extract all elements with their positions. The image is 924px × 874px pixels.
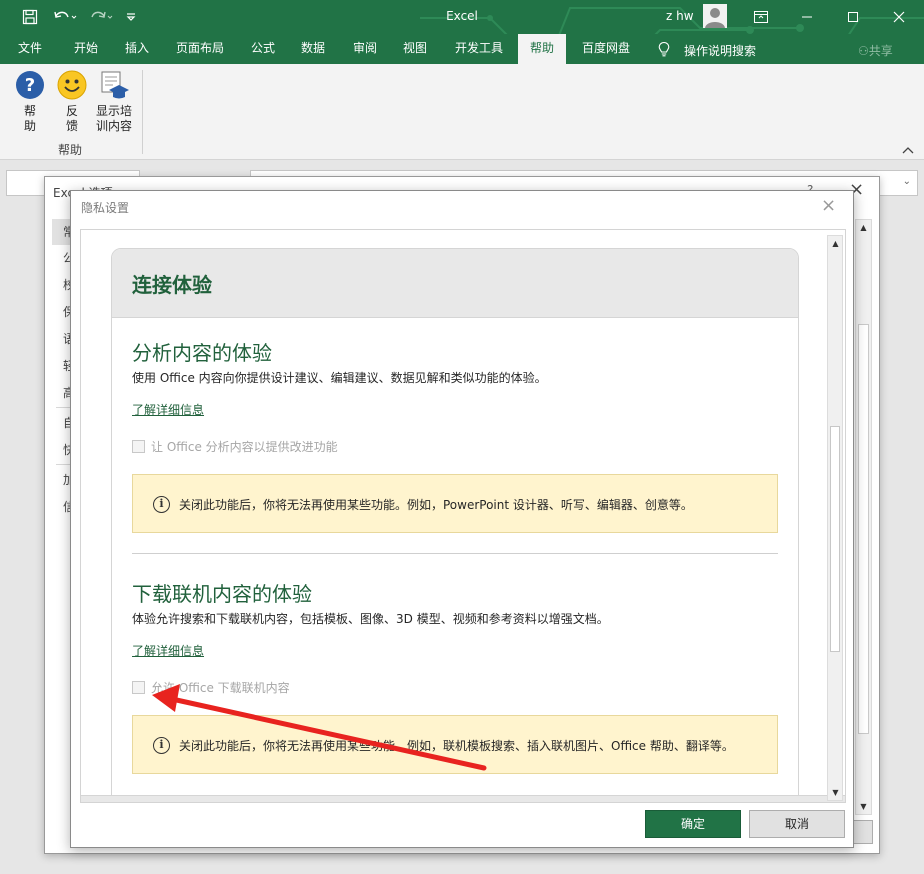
tab-formulas[interactable]: 公式: [240, 34, 286, 64]
tab-insert[interactable]: 插入: [114, 34, 160, 64]
share-button[interactable]: ⚇共享: [858, 42, 893, 59]
training-cap-icon: [101, 71, 129, 99]
tab-baidu-netdisk[interactable]: 百度网盘: [570, 34, 642, 64]
analyze-notice-text: 关闭此功能后，你将无法再使用某些功能。例如，PowerPoint 设计器、听写、…: [179, 498, 693, 512]
cancel-button[interactable]: 取消: [749, 810, 845, 838]
ribbon-group-divider: [142, 70, 143, 154]
lightbulb-icon: [658, 41, 670, 57]
privacy-close-icon[interactable]: ×: [821, 195, 836, 216]
download-checkbox-row[interactable]: 允许 Office 下载联机内容: [132, 679, 290, 696]
download-learn-more-link[interactable]: 了解详细信息: [132, 642, 204, 659]
analyze-checkbox-label: 让 Office 分析内容以提供改进功能: [151, 440, 338, 454]
tab-data[interactable]: 数据: [290, 34, 336, 64]
ribbon-display-options-icon[interactable]: [738, 0, 784, 34]
download-notice: i 关闭此功能后，你将无法再使用某些功能。例如，联机模板搜索、插入联机图片、Of…: [132, 715, 778, 774]
help-button[interactable]: ? 帮 助: [14, 70, 46, 134]
tab-file[interactable]: 文件: [8, 34, 52, 64]
scroll-thumb[interactable]: [830, 426, 840, 652]
share-label: 共享: [868, 44, 893, 58]
analyze-learn-more-link[interactable]: 了解详细信息: [132, 401, 204, 418]
download-checkbox-label: 允许 Office 下载联机内容: [151, 681, 290, 695]
tab-home[interactable]: 开始: [62, 34, 110, 64]
info-icon: i: [153, 737, 170, 754]
help-question-icon: ?: [16, 71, 44, 99]
card-header: 连接体验: [112, 249, 798, 318]
person-icon: ⚇: [858, 44, 869, 58]
scroll-up-arrow-icon[interactable]: ▲: [856, 220, 871, 235]
tell-me-search[interactable]: 操作说明搜索: [684, 42, 756, 59]
close-window-icon[interactable]: [876, 0, 922, 34]
card-title: 连接体验: [132, 273, 212, 297]
download-section-desc: 体验允许搜索和下载联机内容，包括模板、图像、3D 模型、视频和参考资料以增强文档…: [132, 612, 609, 626]
analyze-checkbox-row[interactable]: 让 Office 分析内容以提供改进功能: [132, 438, 338, 455]
privacy-dialog-title: 隐私设置: [81, 201, 130, 215]
section-divider: [132, 553, 778, 554]
tab-help[interactable]: 帮助: [518, 34, 566, 64]
privacy-scrollbar[interactable]: ▲ ▼: [827, 235, 843, 801]
connected-experiences-card: 连接体验 分析内容的体验 使用 Office 内容向你提供设计建议、编辑建议、数…: [111, 248, 799, 802]
scroll-down-arrow-icon[interactable]: ▼: [856, 799, 871, 814]
info-icon: i: [153, 496, 170, 513]
download-checkbox[interactable]: [132, 681, 145, 694]
user-avatar[interactable]: [703, 4, 727, 28]
minimize-icon[interactable]: [784, 0, 830, 34]
tab-developer[interactable]: 开发工具: [444, 34, 514, 64]
svg-text:?: ?: [25, 75, 35, 96]
analyze-section-title: 分析内容的体验: [132, 341, 272, 365]
options-scrollbar[interactable]: ▲ ▼: [855, 219, 872, 815]
analyze-section-desc: 使用 Office 内容向你提供设计建议、编辑建议、数据见解和类似功能的体验。: [132, 371, 547, 385]
ribbon-panel: ? 帮 助 反 馈 显示培 训内容 帮助: [0, 64, 924, 160]
user-name[interactable]: z hw: [666, 9, 694, 23]
scroll-down-arrow-icon[interactable]: ▼: [828, 785, 843, 800]
tab-view[interactable]: 视图: [392, 34, 438, 64]
collapse-ribbon-icon[interactable]: [902, 144, 914, 157]
tab-review[interactable]: 审阅: [342, 34, 388, 64]
ok-button[interactable]: 确定: [645, 810, 741, 838]
maximize-icon[interactable]: [830, 0, 876, 34]
ribbon-tab-bar: 文件 开始 插入 页面布局 公式 数据 审阅 视图 开发工具 帮助 百度网盘 操…: [0, 34, 924, 64]
scroll-thumb[interactable]: [858, 324, 869, 734]
next-card-header: [81, 795, 845, 802]
ribbon-group-label: 帮助: [58, 143, 83, 157]
analyze-checkbox[interactable]: [132, 440, 145, 453]
privacy-settings-dialog: 隐私设置 × 连接体验 分析内容的体验 使用 Office 内容向你提供设计建议…: [70, 190, 854, 848]
chevron-down-icon[interactable]: ⌄: [903, 176, 911, 187]
download-section-title: 下载联机内容的体验: [132, 582, 312, 606]
feedback-button[interactable]: 反 馈: [56, 70, 88, 134]
show-training-button[interactable]: 显示培 训内容: [94, 70, 134, 134]
show-training-label: 显示培 训内容: [95, 104, 132, 133]
download-notice-text: 关闭此功能后，你将无法再使用某些功能。例如，联机模板搜索、插入联机图片、Offi…: [179, 739, 734, 753]
privacy-content-viewport: 连接体验 分析内容的体验 使用 Office 内容向你提供设计建议、编辑建议、数…: [80, 229, 846, 803]
help-button-label: 帮 助: [23, 104, 36, 133]
scroll-up-arrow-icon[interactable]: ▲: [828, 236, 843, 251]
tab-page-layout[interactable]: 页面布局: [166, 34, 234, 64]
smiley-icon: [57, 70, 87, 100]
title-bar: Excel z hw: [0, 0, 924, 34]
feedback-button-label: 反 馈: [65, 104, 78, 133]
analyze-notice: i 关闭此功能后，你将无法再使用某些功能。例如，PowerPoint 设计器、听…: [132, 474, 778, 533]
